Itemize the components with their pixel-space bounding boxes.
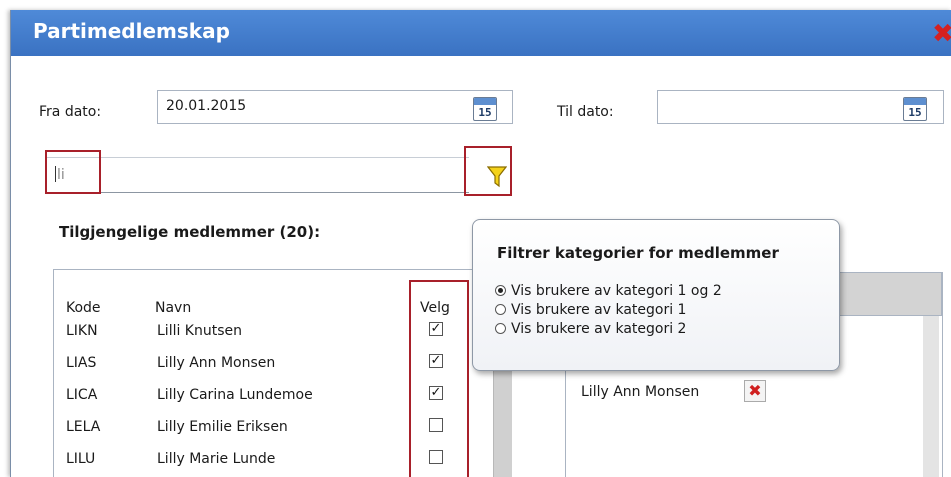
selected-members-scrollbar[interactable] (923, 316, 939, 477)
member-select-checkbox[interactable]: ✓ (429, 354, 443, 368)
member-code: LIKN (66, 323, 98, 339)
close-icon[interactable]: ✖ (744, 380, 766, 402)
category-option[interactable]: Vis brukere av kategori 1 og 2 (495, 283, 722, 299)
radio-selected-icon[interactable] (495, 285, 506, 296)
from-date-label: Fra dato: (39, 104, 102, 120)
calendar-day: 15 (478, 106, 492, 119)
selected-member-name: Lilly Ann Monsen (581, 384, 700, 400)
member-name: Lilly Carina Lundemoe (157, 387, 313, 403)
category-option[interactable]: Vis brukere av kategori 1 (495, 302, 686, 318)
category-option-label: Vis brukere av kategori 2 (511, 321, 687, 337)
from-date-value: 20.01.2015 (166, 98, 247, 114)
member-name: Lilly Emilie Eriksen (157, 419, 288, 435)
member-select-checkbox[interactable]: ✓ (429, 322, 443, 336)
member-name: Lilly Ann Monsen (157, 355, 276, 371)
close-icon[interactable]: ✖ (932, 21, 951, 47)
radio-icon[interactable] (495, 304, 506, 315)
dialog-titlebar: Partimedlemskap ✖ (11, 10, 951, 56)
select-column-highlight (409, 280, 469, 477)
column-header-code[interactable]: Kode (66, 300, 101, 316)
member-code: LELA (66, 419, 101, 435)
column-header-name[interactable]: Navn (155, 300, 191, 316)
member-search-input[interactable] (45, 157, 469, 193)
member-name: Lilly Marie Lunde (157, 451, 276, 467)
dialog-title: Partimedlemskap (33, 19, 230, 43)
member-code: LIAS (66, 355, 97, 371)
calendar-icon[interactable]: 15 (473, 97, 497, 121)
calendar-icon[interactable]: 15 (903, 97, 927, 121)
popup-title: Filtrer kategorier for medlemmer (497, 244, 779, 262)
category-filter-popup: Filtrer kategorier for medlemmer Vis bru… (472, 219, 840, 371)
text-cursor (55, 166, 56, 182)
calendar-day: 15 (908, 106, 922, 119)
partimedlemskap-dialog: Partimedlemskap ✖ Fra dato: 20.01.2015 1… (10, 10, 951, 477)
category-option-label: Vis brukere av kategori 1 og 2 (511, 283, 722, 299)
to-date-label: Til dato: (557, 104, 614, 120)
radio-icon[interactable] (495, 323, 506, 334)
search-value: li (57, 167, 65, 183)
member-code: LILU (66, 451, 96, 467)
member-select-checkbox[interactable] (429, 450, 443, 464)
available-members-heading: Tilgjengelige medlemmer (20): (59, 223, 321, 241)
funnel-icon[interactable] (487, 166, 507, 188)
search-highlight (45, 150, 101, 194)
from-date-field[interactable]: 20.01.2015 15 (157, 90, 513, 124)
member-name: Lilli Knutsen (157, 323, 243, 339)
to-date-field[interactable]: 15 (657, 90, 944, 124)
category-option-label: Vis brukere av kategori 1 (511, 302, 687, 318)
category-option[interactable]: Vis brukere av kategori 2 (495, 321, 686, 337)
member-select-checkbox[interactable]: ✓ (429, 386, 443, 400)
member-code: LICA (66, 387, 98, 403)
member-select-checkbox[interactable] (429, 418, 443, 432)
